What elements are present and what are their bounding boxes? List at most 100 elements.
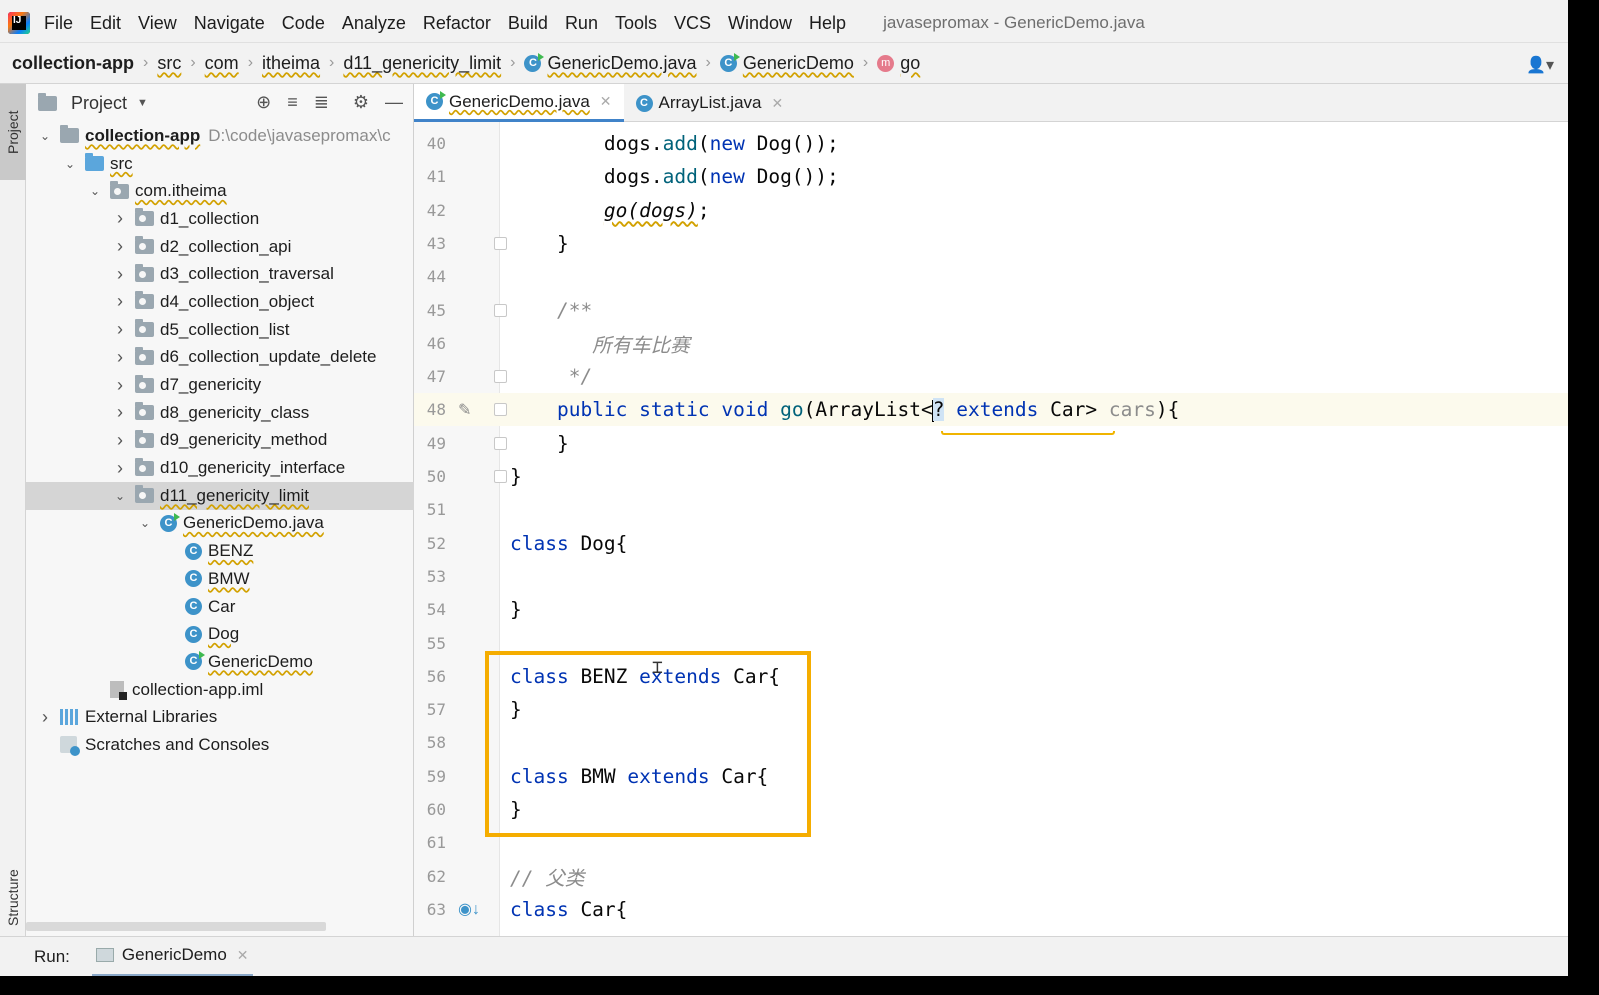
code-line[interactable]: 40 dogs.add(new Dog());: [414, 127, 1568, 160]
chevron-down-icon[interactable]: ⌄: [38, 129, 52, 143]
breadcrumb-package[interactable]: d11_genericity_limit: [343, 53, 501, 74]
user-account-icon[interactable]: 👤▾: [1526, 55, 1554, 75]
tree-item[interactable]: › d3_collection_traversal: [26, 260, 414, 288]
tree-item[interactable]: › External Libraries: [26, 703, 414, 731]
chevron-right-icon[interactable]: ›: [113, 319, 127, 340]
breadcrumb-file[interactable]: C GenericDemo.java: [524, 52, 697, 74]
menu-refactor[interactable]: Refactor: [423, 13, 491, 34]
edit-parameter-icon[interactable]: ✎: [458, 400, 471, 420]
code-line[interactable]: 44: [414, 260, 1568, 293]
tree-item[interactable]: › d10_genericity_interface: [26, 454, 414, 482]
editor-tab[interactable]: C ArrayList.java ✕: [624, 84, 796, 122]
code-line[interactable]: 48 ✎ public static void go(ArrayList<? ex…: [414, 393, 1568, 427]
tree-item[interactable]: › d4_collection_object: [26, 288, 414, 316]
tree-item[interactable]: ⌄ com.itheima: [26, 177, 414, 205]
chevron-down-icon[interactable]: ⌄: [63, 157, 77, 171]
fold-marker-icon[interactable]: [494, 370, 507, 384]
menu-view[interactable]: View: [138, 13, 177, 34]
menu-edit[interactable]: Edit: [90, 13, 121, 34]
tree-item[interactable]: › d2_collection_api: [26, 233, 414, 261]
code-line[interactable]: 54}: [414, 593, 1568, 626]
hide-panel-icon[interactable]: —: [385, 92, 403, 113]
code-line[interactable]: 42 go(dogs);: [414, 194, 1568, 227]
menu-code[interactable]: Code: [282, 13, 325, 34]
chevron-right-icon[interactable]: ›: [113, 236, 127, 257]
tree-item[interactable]: › d9_genericity_method: [26, 427, 414, 455]
tree-item[interactable]: ⌄ src: [26, 150, 414, 178]
menu-vcs[interactable]: VCS: [674, 13, 711, 34]
tree-item[interactable]: Scratches and Consoles: [26, 731, 414, 759]
tree-item[interactable]: › d6_collection_update_delete: [26, 344, 414, 372]
code-editor[interactable]: 40 dogs.add(new Dog()); 41 dogs.add(new D…: [414, 122, 1568, 936]
fold-marker-icon[interactable]: [494, 470, 507, 483]
breadcrumb-itheima[interactable]: itheima: [262, 53, 320, 74]
menu-file[interactable]: File: [44, 13, 73, 34]
code-line[interactable]: 62 // 父类: [414, 860, 1568, 893]
tree-item[interactable]: C Dog: [26, 620, 414, 648]
locate-target-icon[interactable]: ⊕: [256, 92, 271, 113]
horizontal-scrollbar[interactable]: [26, 922, 326, 931]
breadcrumb-src[interactable]: src: [157, 53, 181, 74]
chevron-down-icon[interactable]: ▼: [137, 97, 148, 109]
chevron-right-icon[interactable]: ›: [38, 707, 52, 728]
expand-all-icon[interactable]: ≡: [287, 92, 298, 113]
tree-item[interactable]: › d5_collection_list: [26, 316, 414, 344]
menu-tools[interactable]: Tools: [615, 13, 657, 34]
chevron-right-icon[interactable]: ›: [113, 347, 127, 368]
code-line[interactable]: 51: [414, 493, 1568, 526]
code-line[interactable]: 47 */: [414, 360, 1568, 393]
menu-window[interactable]: Window: [728, 13, 792, 34]
tree-item[interactable]: › d1_collection: [26, 205, 414, 233]
menu-navigate[interactable]: Navigate: [194, 13, 265, 34]
implemented-icon[interactable]: ◉↓: [458, 899, 480, 919]
breadcrumb-project[interactable]: collection-app: [12, 53, 134, 74]
chevron-right-icon[interactable]: ›: [113, 458, 127, 479]
chevron-right-icon[interactable]: ›: [113, 264, 127, 285]
tree-item[interactable]: › d7_genericity: [26, 371, 414, 399]
tree-item[interactable]: ⌄ C GenericDemo.java: [26, 510, 414, 538]
tree-item[interactable]: ⌄ collection-app D:\code\javasepromax\c: [26, 122, 414, 150]
code-line[interactable]: 43 }: [414, 227, 1568, 260]
tree-item[interactable]: collection-app.iml: [26, 676, 414, 704]
close-icon[interactable]: ✕: [237, 947, 249, 964]
code-line[interactable]: 41 dogs.add(new Dog());: [414, 160, 1568, 193]
code-line[interactable]: 52 class Dog{: [414, 527, 1568, 560]
menu-build[interactable]: Build: [508, 13, 548, 34]
collapse-all-icon[interactable]: ≣: [314, 92, 329, 113]
fold-marker-icon[interactable]: [494, 436, 507, 450]
chevron-right-icon[interactable]: ›: [113, 402, 127, 423]
close-icon[interactable]: ✕: [772, 95, 784, 112]
chevron-right-icon[interactable]: ›: [113, 208, 127, 229]
chevron-right-icon[interactable]: ›: [113, 291, 127, 312]
breadcrumb-method[interactable]: m go: [877, 53, 920, 74]
breadcrumb-com[interactable]: com: [205, 53, 239, 74]
chevron-down-icon[interactable]: ⌄: [88, 184, 102, 198]
menu-help[interactable]: Help: [809, 13, 846, 34]
code-line[interactable]: 46 所有车比赛: [414, 327, 1568, 360]
chevron-right-icon[interactable]: ›: [113, 430, 127, 451]
code-line[interactable]: 50}: [414, 460, 1568, 493]
menu-run[interactable]: Run: [565, 13, 598, 34]
tree-item[interactable]: C Car: [26, 593, 414, 621]
run-tab-genericdemo[interactable]: GenericDemo ✕: [91, 937, 253, 976]
tree-item[interactable]: › d8_genericity_class: [26, 399, 414, 427]
chevron-down-icon[interactable]: ⌄: [138, 516, 152, 530]
tree-item[interactable]: C GenericDemo: [26, 648, 414, 676]
code-line[interactable]: 45 /**: [414, 294, 1568, 327]
code-line[interactable]: 53: [414, 560, 1568, 593]
fold-marker-icon[interactable]: [494, 403, 507, 417]
tree-item[interactable]: C BMW: [26, 565, 414, 593]
gear-icon[interactable]: ⚙: [353, 92, 369, 113]
chevron-down-icon[interactable]: ⌄: [113, 489, 127, 503]
fold-marker-icon[interactable]: [494, 236, 507, 250]
tree-item[interactable]: ⌄ d11_genericity_limit: [26, 481, 414, 510]
project-view-selector[interactable]: Project: [71, 93, 127, 114]
menu-analyze[interactable]: Analyze: [342, 13, 406, 34]
tree-item[interactable]: C BENZ: [26, 537, 414, 565]
code-line[interactable]: 63 ◉↓ class Car{: [414, 893, 1568, 926]
breadcrumb-class[interactable]: C GenericDemo: [719, 52, 854, 74]
close-icon[interactable]: ✕: [600, 93, 612, 110]
fold-marker-icon[interactable]: [494, 303, 507, 317]
chevron-right-icon[interactable]: ›: [113, 375, 127, 396]
structure-tool-tab[interactable]: Structure: [0, 860, 26, 936]
